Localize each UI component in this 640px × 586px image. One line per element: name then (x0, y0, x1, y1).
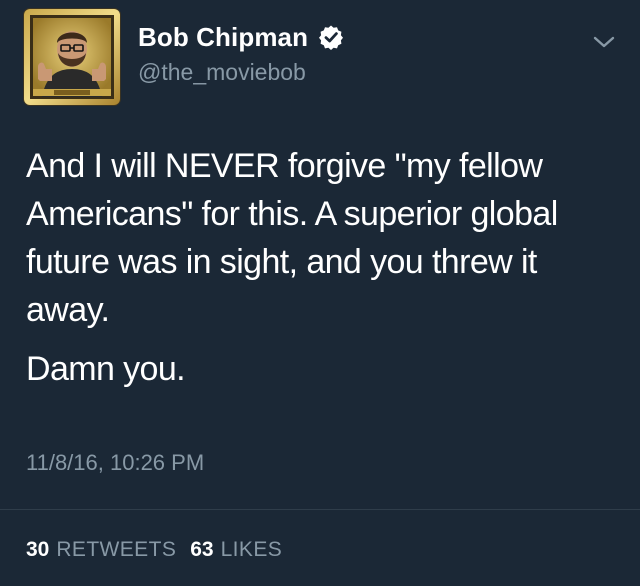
author-display-name[interactable]: Bob Chipman (138, 22, 308, 52)
avatar-image (24, 9, 120, 105)
tweet-text: And I will NEVER forgive "my fellow Amer… (26, 142, 616, 393)
tweet-paragraph: And I will NEVER forgive "my fellow Amer… (26, 147, 558, 329)
author-handle[interactable]: @the_moviebob (138, 58, 306, 86)
likes-count: 63 (190, 538, 214, 561)
avatar[interactable] (24, 9, 120, 105)
chevron-down-icon[interactable] (591, 31, 617, 53)
tweet-timestamp[interactable]: 11/8/16, 10:26 PM (26, 449, 204, 477)
tweet-card: Bob Chipman @the_moviebob And I will NEV… (0, 0, 640, 586)
verified-badge-icon (318, 24, 344, 50)
tweet-paragraph: Damn you. (26, 350, 186, 388)
retweets-label: RETWEETS (56, 538, 177, 561)
likes-label: LIKES (220, 538, 283, 561)
retweets-count: 30 (26, 538, 50, 561)
likes-stat[interactable]: 63 LIKES (190, 536, 282, 564)
engagement-stats: 30 RETWEETS 63 LIKES (26, 536, 282, 564)
retweets-stat[interactable]: 30 RETWEETS (26, 536, 176, 564)
author-name-row: Bob Chipman (138, 22, 344, 52)
divider (0, 509, 640, 510)
